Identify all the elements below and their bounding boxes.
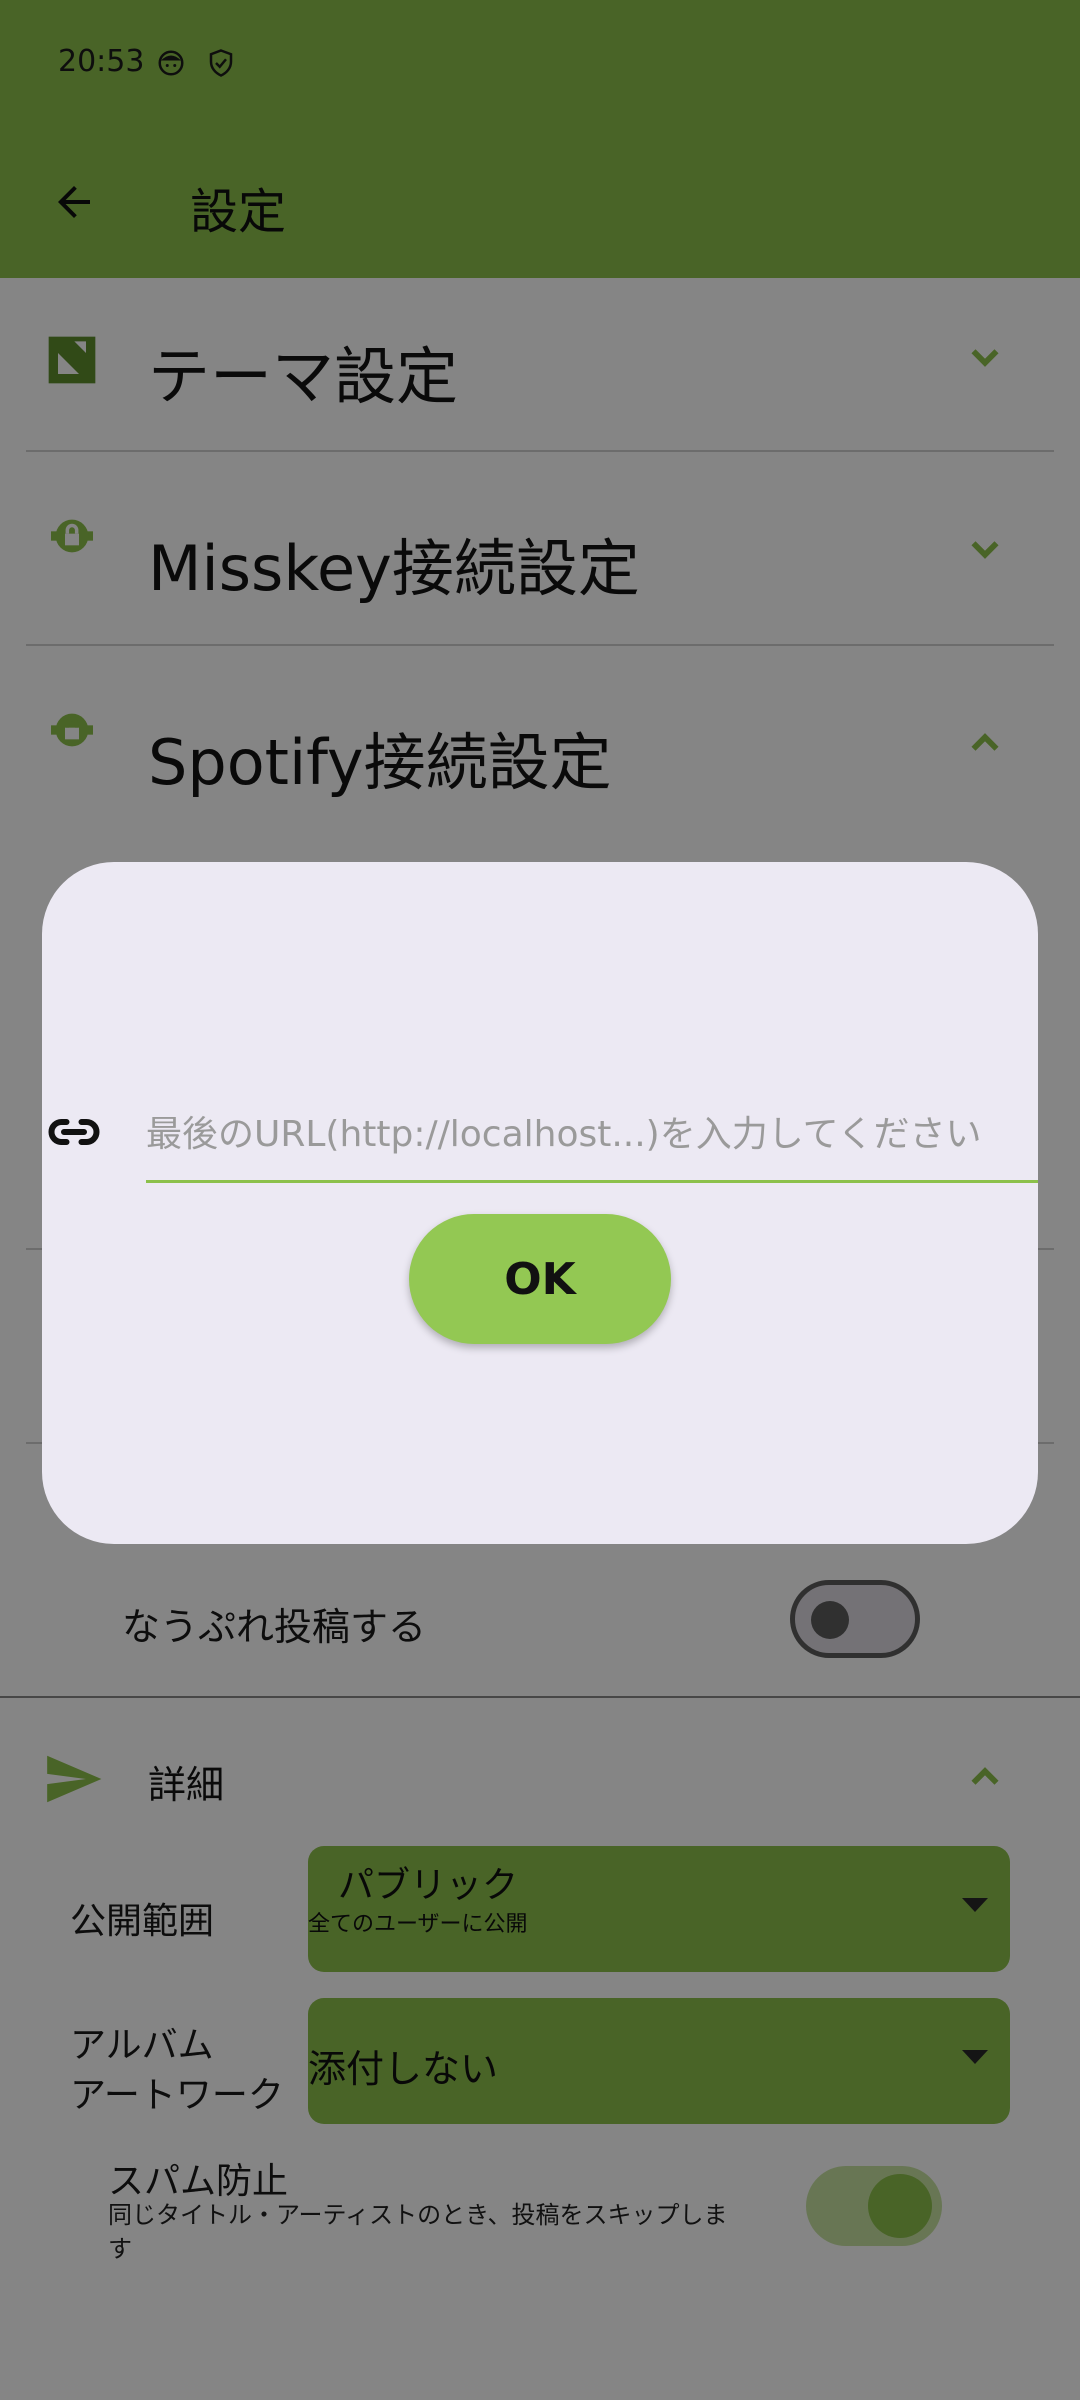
url-dialog: OK	[42, 862, 1038, 1544]
url-input[interactable]	[146, 1088, 1038, 1183]
link-icon	[48, 1119, 100, 1145]
ok-button[interactable]: OK	[409, 1214, 671, 1344]
